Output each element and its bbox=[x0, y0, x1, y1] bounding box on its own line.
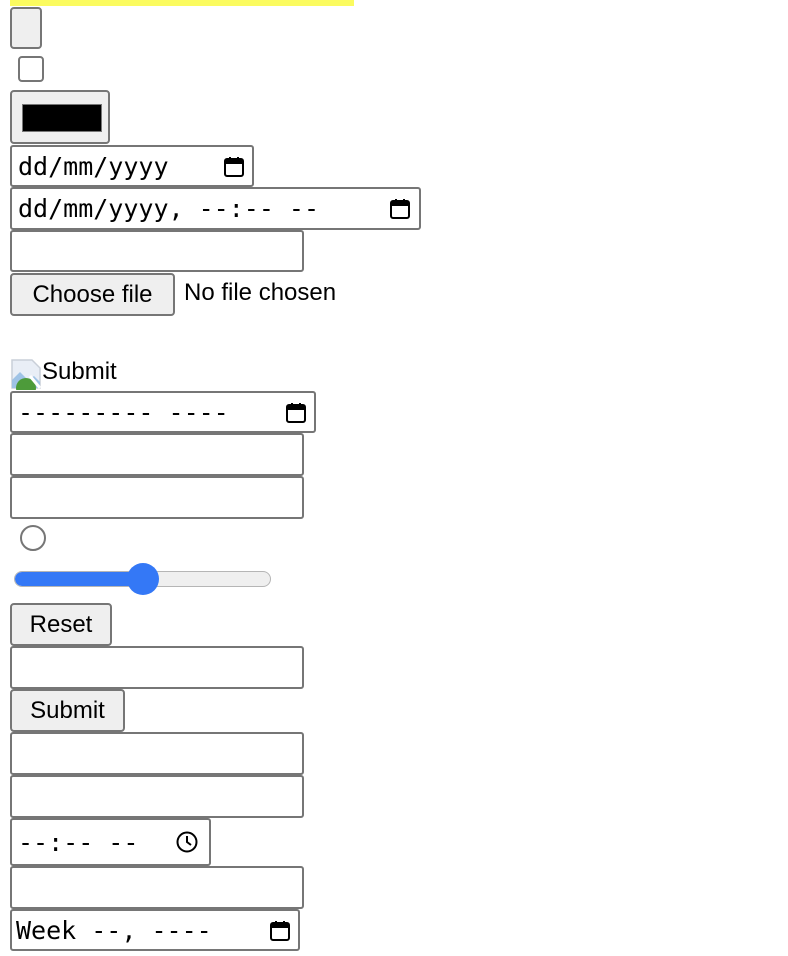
month-placeholder: --------- ---- bbox=[18, 397, 229, 427]
choose-file-button[interactable]: Choose file bbox=[10, 273, 175, 316]
tel-input[interactable] bbox=[10, 732, 304, 775]
color-picker[interactable] bbox=[10, 90, 110, 144]
calendar-icon[interactable] bbox=[388, 197, 412, 221]
clock-icon[interactable] bbox=[175, 830, 199, 854]
range-thumb[interactable] bbox=[126, 563, 159, 595]
email-input[interactable] bbox=[10, 230, 304, 272]
datetime-input[interactable]: dd/mm/yyyy, --:-- -- bbox=[10, 187, 421, 230]
calendar-icon[interactable] bbox=[284, 401, 308, 425]
date-placeholder: dd/mm/yyyy bbox=[18, 151, 169, 181]
time-placeholder: --:-- -- bbox=[18, 827, 139, 857]
text-input[interactable] bbox=[10, 775, 304, 818]
checkbox[interactable] bbox=[18, 56, 44, 82]
week-input[interactable]: Week --, ---- bbox=[10, 909, 300, 951]
radio-button[interactable] bbox=[20, 525, 46, 551]
submit-button[interactable]: Submit bbox=[10, 689, 125, 732]
range-fill bbox=[15, 572, 144, 586]
highlight-bar bbox=[10, 0, 354, 6]
empty-button[interactable] bbox=[10, 7, 42, 49]
color-swatch bbox=[22, 104, 102, 132]
reset-button[interactable]: Reset bbox=[10, 603, 112, 646]
broken-image-icon[interactable] bbox=[10, 358, 42, 390]
number-input[interactable] bbox=[10, 433, 304, 476]
image-submit-alt[interactable]: Submit bbox=[42, 358, 117, 386]
password-input[interactable] bbox=[10, 476, 304, 519]
week-placeholder: Week --, ---- bbox=[16, 915, 212, 945]
time-input[interactable]: --:-- -- bbox=[10, 818, 211, 866]
calendar-icon[interactable] bbox=[268, 919, 292, 943]
file-status: No file chosen bbox=[184, 279, 337, 306]
url-input[interactable] bbox=[10, 866, 304, 909]
date-input[interactable]: dd/mm/yyyy bbox=[10, 145, 254, 187]
datetime-placeholder: dd/mm/yyyy, --:-- -- bbox=[18, 194, 320, 223]
month-input[interactable]: --------- ---- bbox=[10, 391, 316, 433]
search-input[interactable] bbox=[10, 646, 304, 689]
calendar-icon[interactable] bbox=[222, 155, 246, 179]
